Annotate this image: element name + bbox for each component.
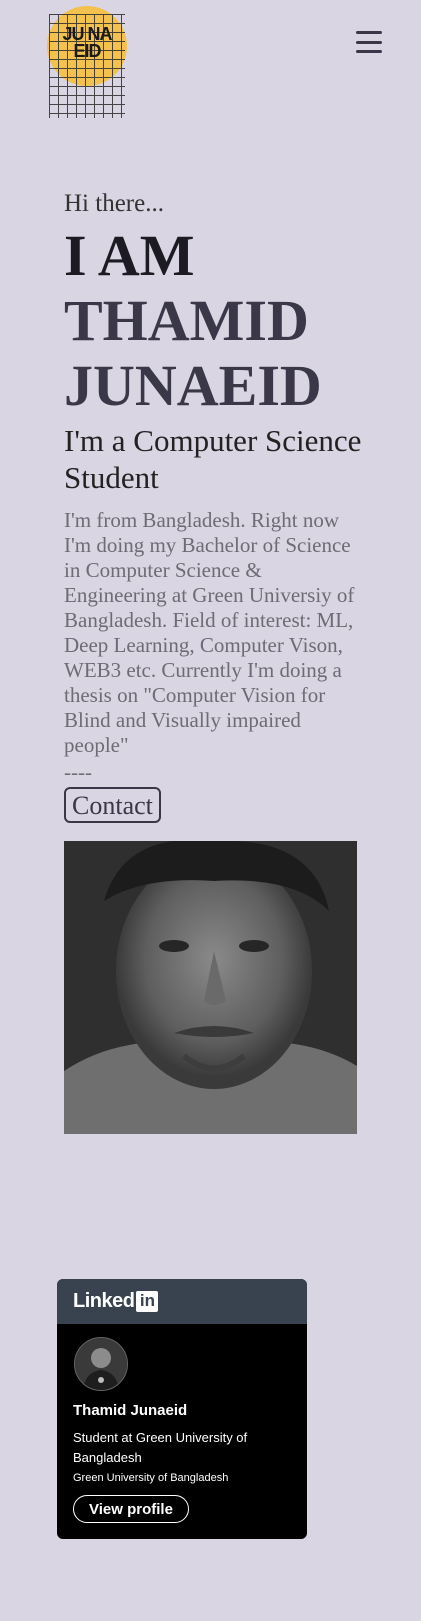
menu-bar bbox=[356, 50, 382, 53]
linkedin-profile-organization: Green University of Bangladesh bbox=[73, 1472, 229, 1484]
headline-line-3: JUNAEID bbox=[64, 353, 322, 418]
greeting-text: Hi there... bbox=[64, 190, 164, 217]
avatar bbox=[74, 1337, 128, 1391]
linkedin-in-icon: in bbox=[136, 1291, 159, 1312]
linkedin-logo-text: Linked bbox=[73, 1290, 135, 1312]
hero-subtitle: I'm a Computer Science Student bbox=[64, 423, 362, 495]
linkedin-badge: Linked in Thamid Junaeid Student at Gree… bbox=[57, 1279, 307, 1539]
hero-headline: I AM THAMID JUNAEID bbox=[64, 223, 322, 418]
linkedin-profile-headline: Student at Green University of Banglades… bbox=[73, 1430, 248, 1465]
linkedin-header: Linked in bbox=[57, 1279, 307, 1324]
site-logo[interactable]: JU NA EID bbox=[47, 6, 127, 120]
view-profile-button[interactable]: View profile bbox=[73, 1495, 189, 1523]
logo-text: JU NA EID bbox=[62, 24, 112, 61]
bio-paragraph: I'm from Bangladesh. Right now I'm doing… bbox=[64, 508, 355, 757]
linkedin-profile-name[interactable]: Thamid Junaeid bbox=[73, 1402, 187, 1419]
headline-line-2: THAMID bbox=[64, 288, 309, 353]
divider-text: ---- bbox=[64, 760, 92, 784]
headline-line-1: I AM bbox=[64, 223, 195, 288]
contact-button[interactable]: Contact bbox=[64, 787, 161, 823]
menu-bar bbox=[356, 40, 382, 44]
hamburger-menu-icon[interactable] bbox=[356, 31, 382, 53]
menu-bar bbox=[356, 31, 382, 34]
profile-photo bbox=[64, 841, 357, 1134]
